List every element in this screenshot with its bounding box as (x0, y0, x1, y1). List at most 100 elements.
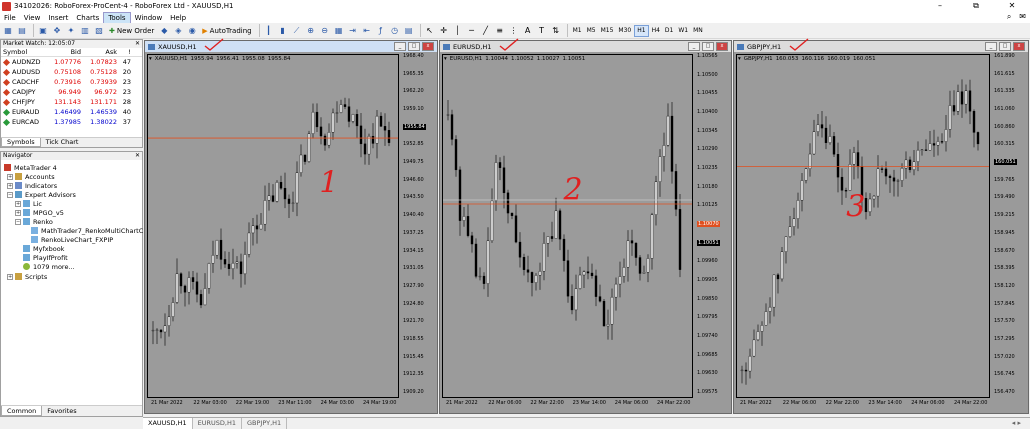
chart-shift-icon[interactable]: ⇤ (361, 24, 373, 37)
line-chart-icon[interactable]: ⟋ (291, 24, 303, 37)
navigator-icon[interactable]: ✦ (65, 24, 77, 37)
new-chart-icon[interactable]: ▦ (2, 24, 14, 37)
nav-expert-advisors[interactable]: − Expert Advisors (7, 190, 76, 199)
close-button[interactable]: x (716, 42, 728, 51)
channel-icon[interactable]: ≡ (494, 24, 506, 37)
expand-icon[interactable]: + (7, 173, 13, 180)
nav-indicators[interactable]: + Indicators (7, 181, 57, 190)
fibonacci-icon[interactable]: ⋮ (508, 24, 520, 37)
search-icon[interactable]: ⌕ (1007, 12, 1011, 22)
table-row[interactable]: CADCHF 0.73916 0.73939 23 (1, 77, 142, 87)
nav-ea-renko[interactable]: − Renko (15, 217, 53, 226)
minimize-button[interactable]: – (922, 0, 958, 12)
tf-h1[interactable]: H1 (634, 24, 649, 37)
menu-charts[interactable]: Charts (72, 13, 103, 23)
market-icon[interactable]: ◉ (186, 24, 198, 37)
expand-icon[interactable]: + (15, 209, 21, 216)
menu-help[interactable]: Help (166, 13, 190, 23)
chart-window-header[interactable]: EURUSD,H1 _ □ x (440, 41, 731, 52)
chart-window-header[interactable]: XAUUSD,H1 _ □ x (145, 41, 437, 52)
table-row[interactable]: CADJPY 96.949 96.972 23 (1, 87, 142, 97)
zoom-in-icon[interactable]: ⊕ (305, 24, 317, 37)
menu-view[interactable]: View (20, 13, 45, 23)
horizontal-line-icon[interactable]: ─ (466, 24, 478, 37)
chart-window-header[interactable]: GBPJPY,H1 _ □ x (734, 41, 1028, 52)
column-bid[interactable]: Bid (41, 48, 81, 56)
maximize-button[interactable]: □ (408, 42, 420, 51)
data-window-icon[interactable]: ✥ (51, 24, 63, 37)
expand-icon[interactable]: + (15, 200, 21, 207)
tab-favorites[interactable]: Favorites (42, 406, 81, 416)
nav-ea-mathtrader[interactable]: MathTrader7_RenkoMultiChartC (31, 226, 143, 235)
chat-icon[interactable]: ✉ (1019, 12, 1026, 22)
minimize-button[interactable]: _ (985, 42, 997, 51)
templates-icon[interactable]: ▤ (403, 24, 415, 37)
collapse-icon[interactable]: − (15, 218, 21, 225)
periods-icon[interactable]: ◷ (389, 24, 401, 37)
bar-chart-icon[interactable]: ┃ (263, 24, 275, 37)
menu-file[interactable]: File (0, 13, 20, 23)
nav-scripts[interactable]: + Scripts (7, 272, 47, 281)
tf-h4[interactable]: H4 (650, 25, 662, 37)
autotrading-button[interactable]: ▶ AutoTrading (200, 24, 253, 37)
tf-m1[interactable]: M1 (571, 25, 584, 37)
tf-d1[interactable]: D1 (663, 25, 675, 37)
nav-ea-renkolive[interactable]: RenkoLiveChart_FXPIP (31, 235, 113, 244)
close-icon[interactable]: ✕ (135, 152, 140, 160)
cursor-icon[interactable]: ↖ (424, 24, 436, 37)
chart-window-gbpjpy[interactable]: GBPJPY,H1 _ □ x 3 ▾ GBPJPY,H1 160.053 160.116 1… (733, 38, 1029, 414)
nav-more[interactable]: 1079 more... (23, 262, 75, 271)
chart-tab-xauusd[interactable]: XAUUSD,H1 (143, 418, 193, 429)
maximize-button[interactable]: □ (999, 42, 1011, 51)
column-spread[interactable]: ! (117, 48, 131, 56)
menu-window[interactable]: Window (131, 13, 167, 23)
chart-plot-area[interactable]: 1 (147, 54, 399, 398)
nav-ea-mpgo[interactable]: + MPGO_v5 (15, 208, 64, 217)
new-order-button[interactable]: ✚ New Order (107, 24, 156, 37)
nav-ea-myfxbook[interactable]: Myfxbook (23, 244, 64, 253)
tf-m30[interactable]: M30 (616, 25, 633, 37)
close-button[interactable]: ✕ (994, 0, 1030, 12)
nav-ea-lic[interactable]: + Lic (15, 199, 42, 208)
tab-common[interactable]: Common (1, 406, 43, 416)
expand-icon[interactable]: + (7, 273, 13, 280)
chart-plot-area[interactable]: 3 (736, 54, 990, 398)
tf-mn[interactable]: MN (691, 25, 705, 37)
zoom-out-icon[interactable]: ⊖ (319, 24, 331, 37)
tab-tick-chart[interactable]: Tick Chart (41, 138, 84, 147)
expand-icon[interactable]: + (7, 182, 13, 189)
close-button[interactable]: x (422, 42, 434, 51)
table-row[interactable]: AUDUSD 0.75108 0.75128 20 (1, 67, 142, 77)
candle-chart-icon[interactable]: ▮ (277, 24, 289, 37)
tf-m15[interactable]: M15 (599, 25, 616, 37)
table-row[interactable]: EURCAD 1.37985 1.38022 37 (1, 117, 142, 127)
tab-scroll-arrows[interactable]: ◂ ▸ (1007, 418, 1026, 429)
autoscroll-icon[interactable]: ⇥ (347, 24, 359, 37)
minimize-button[interactable]: _ (394, 42, 406, 51)
text-icon[interactable]: A (522, 24, 534, 37)
nav-root[interactable]: MetaTrader 4 (4, 163, 57, 172)
profiles-icon[interactable]: ▤ (16, 24, 28, 37)
label-icon[interactable]: T (536, 24, 548, 37)
indicators-icon[interactable]: ƒ (375, 24, 387, 37)
nav-accounts[interactable]: + Accounts (7, 172, 55, 181)
tab-symbols[interactable]: Symbols (1, 138, 41, 147)
tf-w1[interactable]: W1 (676, 25, 690, 37)
chart-tab-eurusd[interactable]: EURUSD,H1 (193, 418, 242, 429)
market-watch-icon[interactable]: ▣ (37, 24, 49, 37)
chart-tab-gbpjpy[interactable]: GBPJPY,H1 (242, 418, 288, 429)
trendline-icon[interactable]: ╱ (480, 24, 492, 37)
table-row[interactable]: EURAUD 1.46499 1.46539 40 (1, 107, 142, 117)
tile-windows-icon[interactable]: ▦ (333, 24, 345, 37)
column-symbol[interactable]: Symbol (1, 48, 41, 56)
signals-icon[interactable]: ◈ (172, 24, 184, 37)
close-button[interactable]: x (1013, 42, 1025, 51)
arrows-icon[interactable]: ⇅ (550, 24, 562, 37)
menu-insert[interactable]: Insert (44, 13, 72, 23)
close-icon[interactable]: ✕ (135, 40, 140, 48)
maximize-button[interactable]: ⧉ (958, 0, 994, 12)
table-row[interactable]: AUDNZD 1.07776 1.07823 47 (1, 57, 142, 67)
table-row[interactable]: CHFJPY 131.143 131.171 28 (1, 97, 142, 107)
minimize-button[interactable]: _ (688, 42, 700, 51)
collapse-icon[interactable]: − (7, 191, 13, 198)
